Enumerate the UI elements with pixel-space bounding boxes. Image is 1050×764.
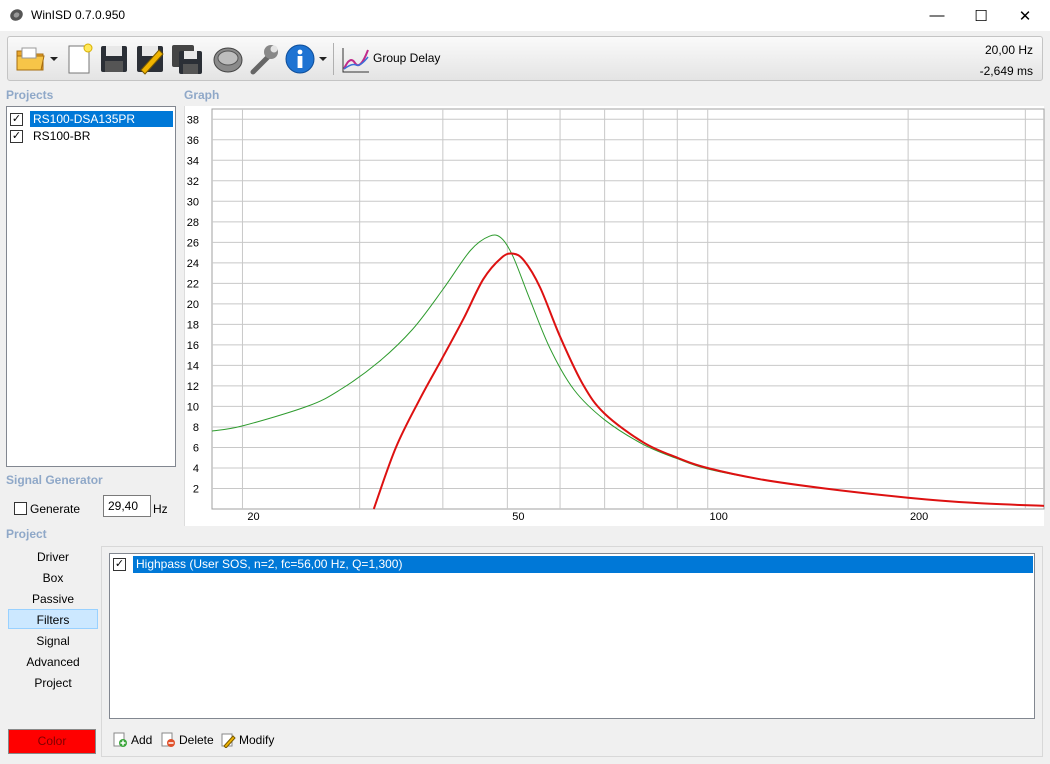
y-tick-label: 14 bbox=[187, 360, 199, 372]
x-tick-label: 200 bbox=[910, 511, 928, 523]
project-checkbox[interactable]: ✓ bbox=[10, 129, 23, 143]
menu-item-project[interactable]: Project bbox=[8, 673, 98, 693]
y-tick-label: 36 bbox=[187, 135, 199, 147]
project-item[interactable]: ✓ RS100-DSA135PR bbox=[10, 111, 173, 127]
y-tick-label: 10 bbox=[187, 401, 199, 413]
menu-item-passive-radiator[interactable]: Passive Radiator bbox=[8, 589, 98, 626]
project-section-header: Project bbox=[6, 527, 47, 541]
projects-list: ✓ RS100-DSA135PR ✓ RS100-BR bbox=[6, 106, 176, 467]
filters-list: ✓ Highpass (User SOS, n=2, fc=56,00 Hz, … bbox=[109, 553, 1035, 719]
y-tick-label: 18 bbox=[187, 319, 199, 331]
app-icon bbox=[9, 7, 24, 22]
wrench-icon[interactable] bbox=[247, 42, 281, 76]
x-tick-label: 50 bbox=[512, 511, 524, 523]
modify-filter-button[interactable]: Modify bbox=[220, 731, 274, 749]
x-tick-label: 20 bbox=[247, 511, 259, 523]
add-label: Add bbox=[131, 733, 153, 747]
signal-frequency-unit: Hz bbox=[153, 502, 168, 516]
project-item[interactable]: ✓ RS100-BR bbox=[10, 128, 93, 144]
project-label: RS100-BR bbox=[33, 129, 91, 143]
y-tick-label: 8 bbox=[193, 422, 199, 434]
y-tick-label: 26 bbox=[187, 237, 199, 249]
toolbar-separator bbox=[333, 43, 334, 75]
y-tick-label: 32 bbox=[187, 176, 199, 188]
color-button[interactable]: Color bbox=[8, 729, 96, 754]
x-tick-label: 100 bbox=[710, 511, 728, 523]
add-filter-button[interactable]: Add bbox=[112, 731, 152, 749]
edit-icon[interactable] bbox=[133, 42, 167, 76]
filter-item[interactable]: ✓ Highpass (User SOS, n=2, fc=56,00 Hz, … bbox=[113, 556, 1033, 573]
title-bar bbox=[0, 0, 1050, 31]
y-tick-label: 24 bbox=[187, 258, 199, 270]
menu-item-filters[interactable]: Filters bbox=[8, 609, 98, 629]
cursor-value-readout: -2,649 ms bbox=[979, 64, 1033, 78]
add-icon bbox=[113, 732, 127, 747]
menu-item-box[interactable]: Box bbox=[8, 568, 98, 588]
y-tick-label: 20 bbox=[187, 299, 199, 311]
cursor-frequency-readout: 20,00 Hz bbox=[984, 43, 1033, 57]
y-tick-label: 16 bbox=[187, 340, 199, 352]
project-label: RS100-DSA135PR bbox=[30, 111, 173, 127]
y-tick-label: 34 bbox=[187, 155, 199, 167]
y-tick-label: 22 bbox=[187, 278, 199, 290]
y-tick-label: 12 bbox=[187, 381, 199, 393]
signal-generator-header: Signal Generator bbox=[6, 473, 103, 487]
delete-label: Delete bbox=[179, 733, 214, 747]
graph-type-label[interactable]: Group Delay bbox=[373, 51, 440, 65]
graph-header: Graph bbox=[184, 88, 220, 102]
filter-checkbox[interactable]: ✓ bbox=[113, 558, 126, 571]
group-delay-chart[interactable]: 246810121416182022242628303234363820 50 10… bbox=[185, 106, 1045, 526]
modify-icon bbox=[221, 733, 236, 748]
minimize-button[interactable]: — bbox=[914, 0, 960, 31]
y-tick-label: 28 bbox=[187, 217, 199, 229]
y-tick-label: 38 bbox=[187, 114, 199, 126]
y-tick-label: 2 bbox=[193, 483, 199, 495]
signal-frequency-input[interactable]: 29,40 bbox=[103, 495, 151, 517]
group-delay-chart-icon[interactable] bbox=[339, 42, 373, 76]
delete-icon bbox=[161, 732, 175, 747]
y-tick-label: 4 bbox=[193, 463, 199, 475]
menu-item-signal[interactable]: Signal bbox=[8, 631, 98, 651]
generate-label: Generate bbox=[30, 502, 81, 516]
window-title: WinISD 0.7.0.950 bbox=[31, 8, 126, 22]
info-icon[interactable] bbox=[283, 42, 317, 76]
plot-area bbox=[211, 108, 1045, 510]
project-checkbox[interactable]: ✓ bbox=[10, 112, 23, 126]
menu-item-driver[interactable]: Driver bbox=[8, 547, 98, 567]
menu-item-advanced[interactable]: Advanced bbox=[8, 652, 98, 672]
graph-panel[interactable]: 2 4 6 8 10 12 14 16 18 20 22 24 26 28 30 32 34 36 38 20 50 10… bbox=[184, 106, 1045, 526]
y-tick-label: 30 bbox=[187, 196, 199, 208]
filter-label: Highpass (User SOS, n=2, fc=56,00 Hz, Q=… bbox=[133, 556, 1033, 573]
maximize-button[interactable]: ☐ bbox=[958, 0, 1004, 31]
new-document-icon[interactable] bbox=[63, 42, 97, 76]
info-dropdown-arrow-icon[interactable] bbox=[317, 42, 329, 76]
modify-label: Modify bbox=[239, 733, 275, 747]
projects-header: Projects bbox=[6, 88, 54, 102]
open-dropdown-arrow-icon[interactable] bbox=[48, 42, 60, 76]
save-all-icon[interactable] bbox=[170, 42, 204, 76]
driver-icon[interactable] bbox=[211, 42, 245, 76]
close-button[interactable]: ✕ bbox=[1002, 0, 1048, 31]
open-folder-icon[interactable] bbox=[14, 42, 48, 76]
y-tick-label: 6 bbox=[193, 442, 199, 454]
delete-filter-button[interactable]: Delete bbox=[160, 731, 214, 749]
generate-checkbox[interactable] bbox=[14, 502, 27, 515]
save-icon[interactable] bbox=[97, 42, 131, 76]
